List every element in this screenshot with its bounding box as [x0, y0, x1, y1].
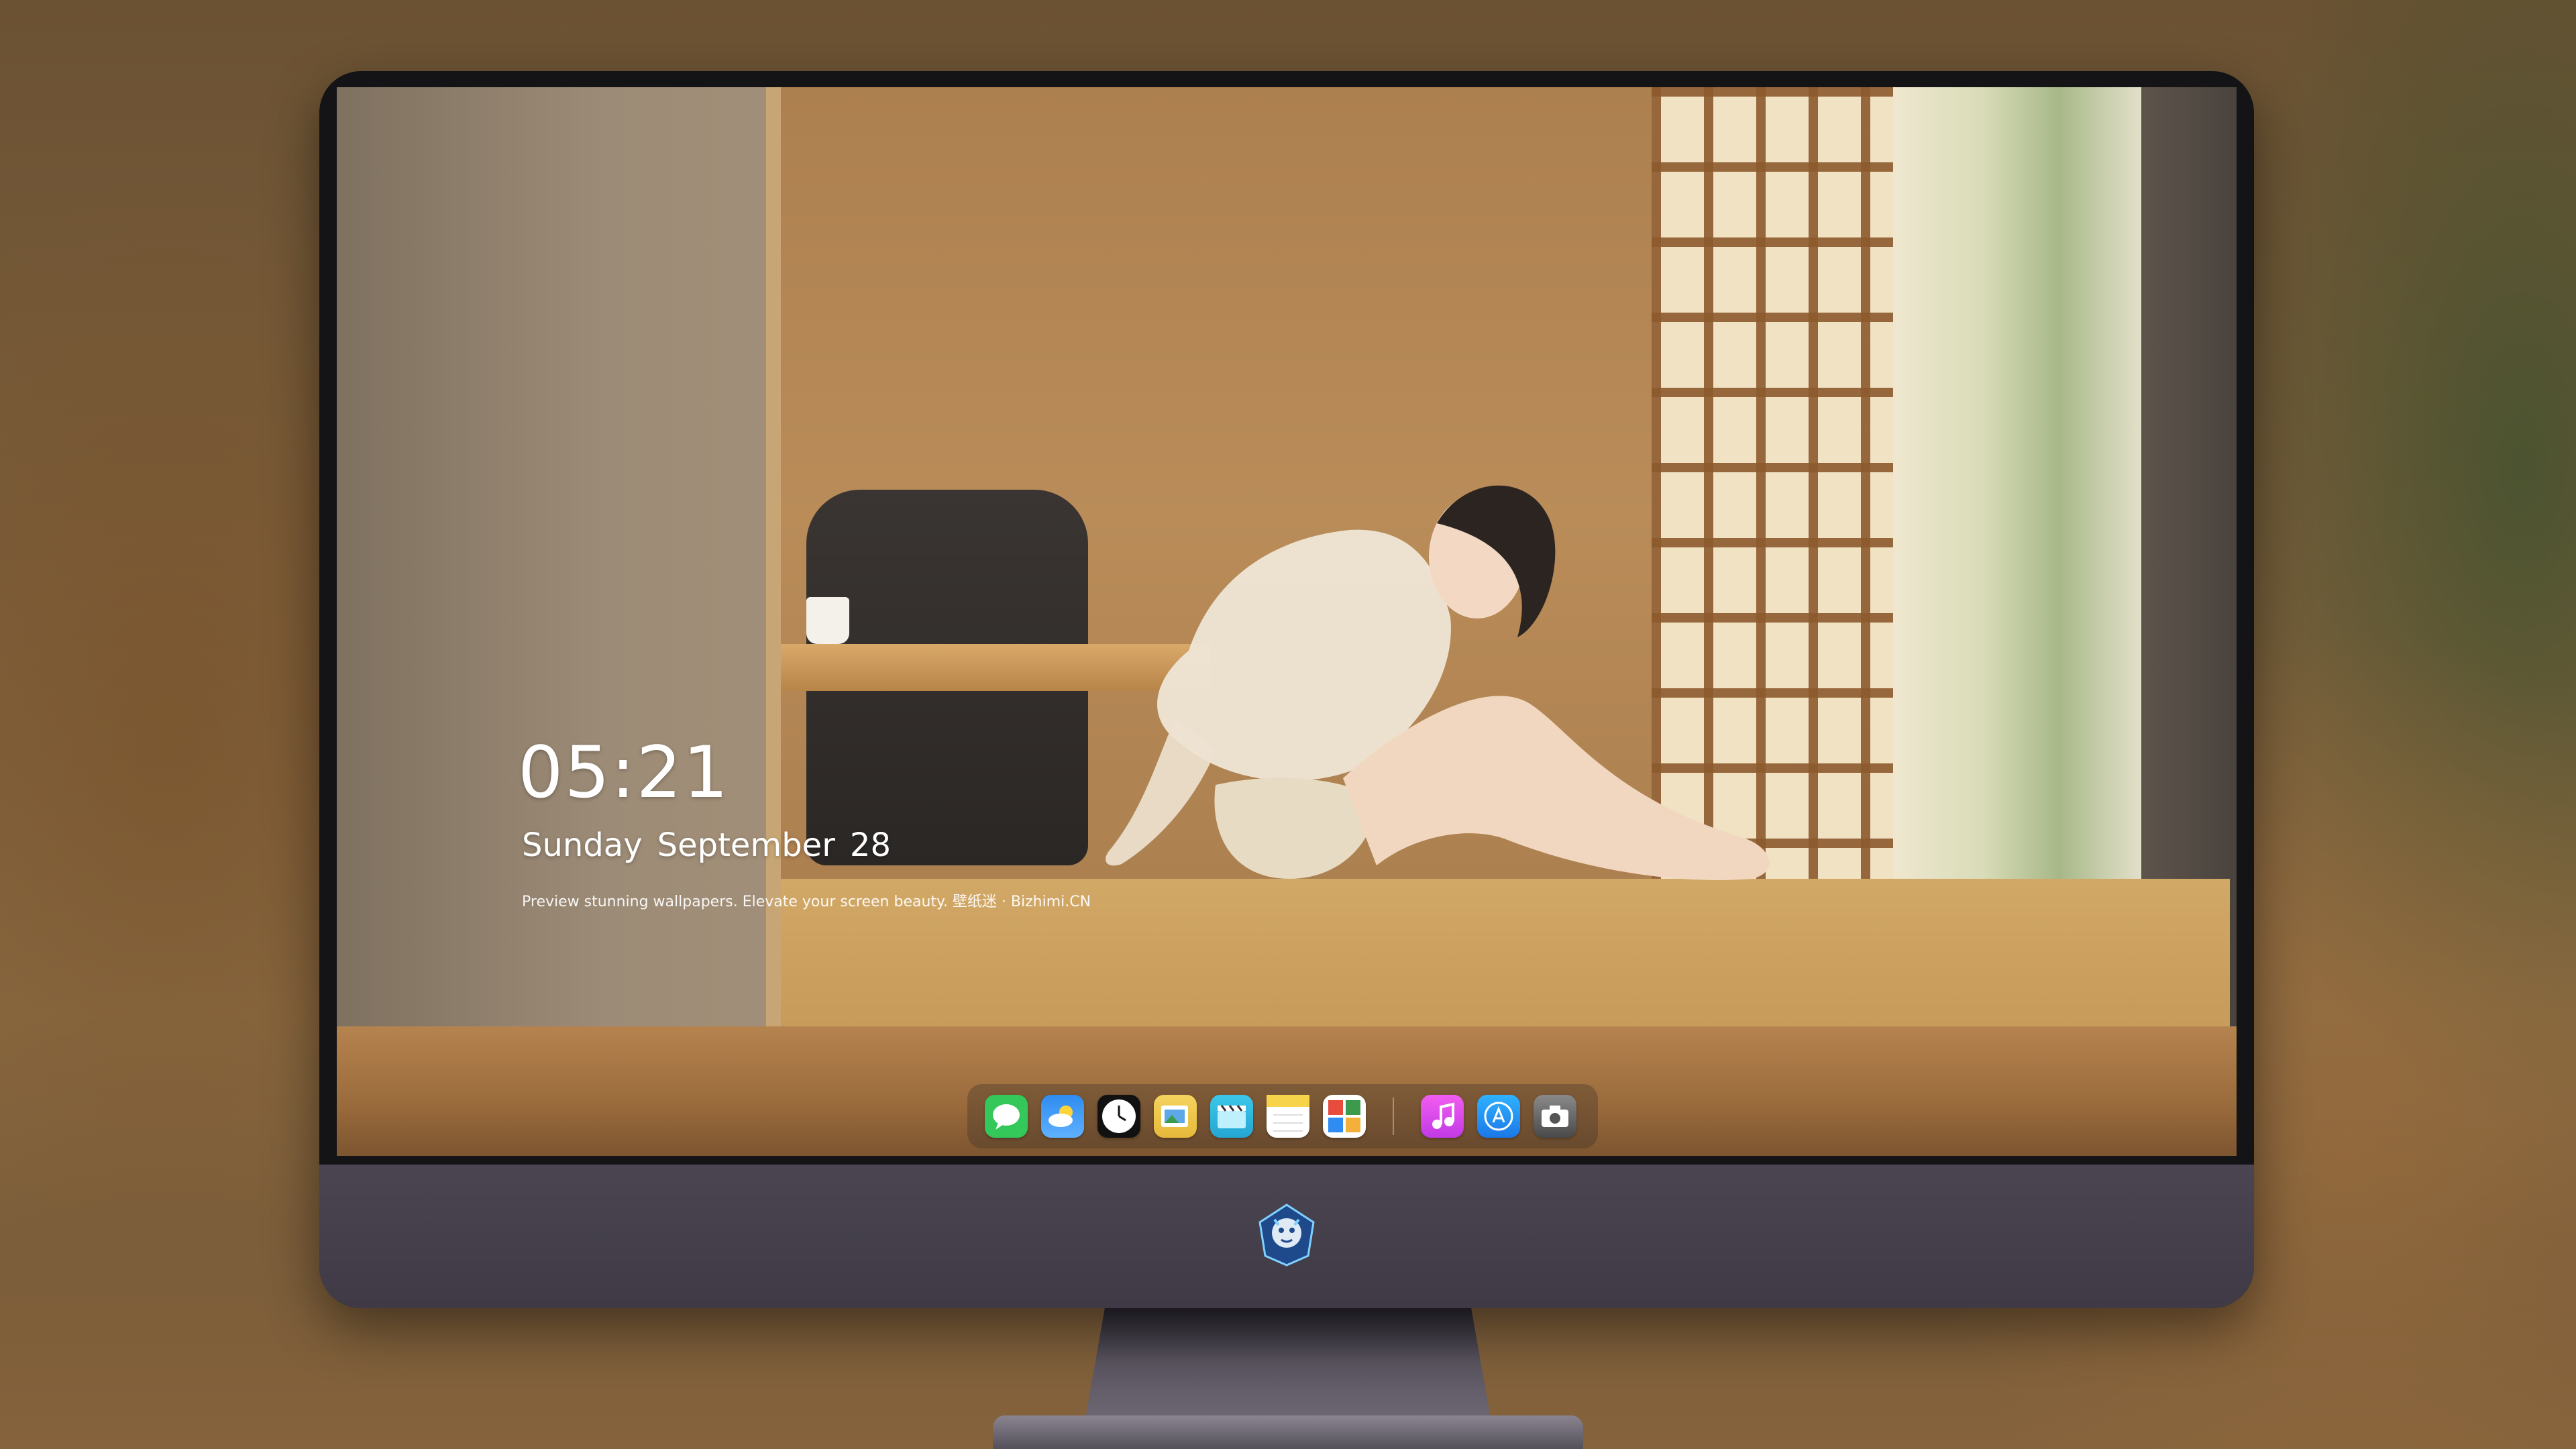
lock-screen-time: 05:21: [518, 731, 730, 814]
preview-icon[interactable]: [1154, 1095, 1197, 1138]
monitor: 05:21 Sunday September 28 Preview stunning…: [319, 71, 2254, 1308]
lock-screen[interactable]: 05:21 Sunday September 28 Preview stunning…: [337, 87, 2237, 1156]
screenshot-icon[interactable]: [1534, 1095, 1576, 1138]
lock-screen-date: Sunday September 28: [522, 826, 906, 864]
date-weekday: Sunday: [522, 826, 643, 864]
dock-separator: [1393, 1097, 1394, 1135]
dock: [967, 1084, 1598, 1148]
wallpaper-cup: [806, 597, 849, 644]
clock-icon[interactable]: [1097, 1095, 1140, 1138]
date-day: 28: [849, 826, 891, 864]
monitor-stand-base: [993, 1415, 1583, 1449]
desktop-mockup-background: 05:21 Sunday September 28 Preview stunning…: [0, 0, 2576, 1449]
messages-icon[interactable]: [985, 1095, 1028, 1138]
clips-icon[interactable]: [1210, 1095, 1253, 1138]
photo-booth-icon[interactable]: [1323, 1095, 1366, 1138]
lock-screen-tagline: Preview stunning wallpapers. Elevate you…: [522, 894, 1091, 910]
notes-icon[interactable]: [1267, 1095, 1309, 1138]
music-icon[interactable]: [1421, 1095, 1464, 1138]
dragon-mascot-logo: [1258, 1203, 1315, 1267]
date-month: September: [657, 826, 835, 864]
app-store-icon[interactable]: [1477, 1095, 1520, 1138]
weather-icon[interactable]: [1041, 1095, 1084, 1138]
wallpaper-window: [1893, 87, 2148, 959]
wallpaper-figure: [1106, 485, 1770, 880]
